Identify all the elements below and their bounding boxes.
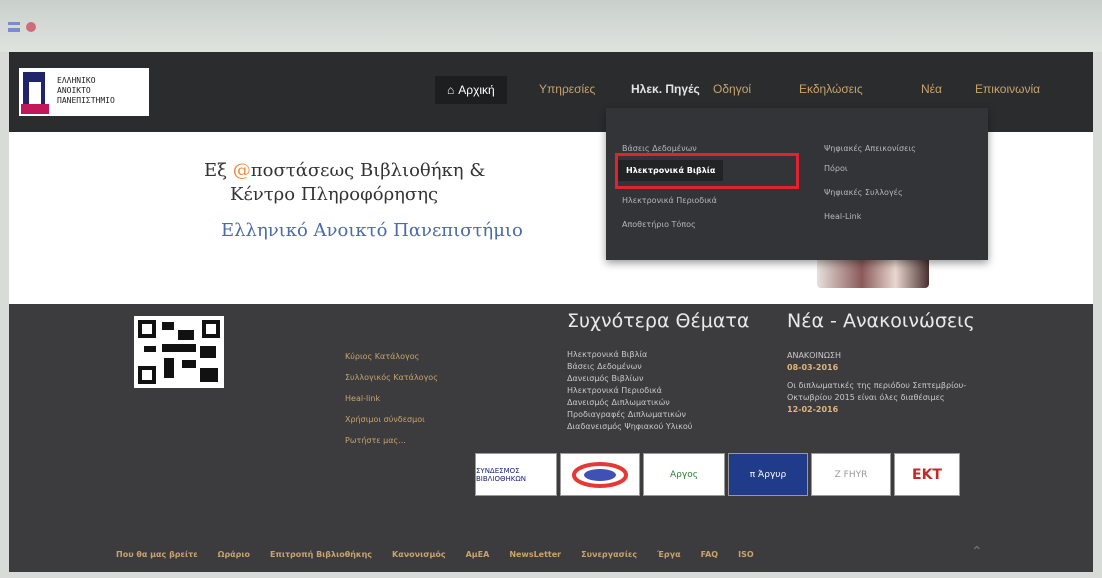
footer-link[interactable]: Heal-link xyxy=(345,394,438,403)
partner-logo[interactable]: ΣΥΝΔΕΣΜΟΣ ΒΙΒΛΙΟΘΗΚΩΝ xyxy=(475,453,557,496)
partner-logo[interactable]: π Άργυρ xyxy=(728,453,808,496)
logo-line2: ΑΝΟΙΚΤΟ xyxy=(57,86,91,95)
footer-links: Κύριος Κατάλογος Συλλογικός Κατάλογος He… xyxy=(345,352,438,445)
popular-link[interactable]: Βάσεις Δεδομένων xyxy=(567,362,692,371)
partner-logo[interactable]: Αργος xyxy=(643,453,725,496)
news-label[interactable]: ΑΝΑΚΟΙΝΩΣΗ xyxy=(787,350,987,362)
nav-news[interactable]: Νέα xyxy=(921,82,942,96)
footer: Κύριος Κατάλογος Συλλογικός Κατάλογος He… xyxy=(9,304,1093,572)
footer-link[interactable]: Συλλογικός Κατάλογος xyxy=(345,373,438,382)
news-text[interactable]: Οι διπλωματικές της περιόδου Σεπτεμβρίου… xyxy=(787,380,987,404)
logo-line1: ΕΛΛΗΝΙΚΟ xyxy=(57,76,96,85)
hero-title: Εξ @ποστάσεως Βιβλιοθήκη & xyxy=(204,160,486,181)
bottom-link[interactable]: Κανονισμός xyxy=(392,550,446,559)
partner-logo[interactable]: Z FHYR xyxy=(811,453,891,496)
popular-title: Συχνότερα Θέματα xyxy=(567,310,750,332)
news-title: Νέα - Ανακοινώσεις xyxy=(787,310,975,332)
popular-link[interactable]: Ηλεκτρονικά Περιοδικά xyxy=(567,386,692,395)
popular-link[interactable]: Δανεισμός Διπλωματικών xyxy=(567,398,692,407)
popular-link[interactable]: Διαδανεισμός Ψηφιακού Υλικού xyxy=(567,422,692,431)
news-date: 12-02-2016 xyxy=(787,405,839,414)
bottom-link[interactable]: Επιτροπή Βιβλιοθήκης xyxy=(270,550,372,559)
nav-events[interactable]: Εκδηλώσεις xyxy=(799,82,863,96)
qr-code xyxy=(134,316,224,388)
footer-link[interactable]: Χρήσιμοι σύνδεσμοι xyxy=(345,415,438,424)
nav-e-sources[interactable]: Ηλεκ. Πηγές xyxy=(631,82,700,96)
home-icon: ⌂ xyxy=(447,83,455,97)
popular-link[interactable]: Προδιαγραφές Διπλωματικών xyxy=(567,410,692,419)
bottom-nav: Που θα μας βρείτε Ωράριο Επιτροπή Βιβλιο… xyxy=(116,550,754,559)
logo[interactable]: ΕΛΛΗΝΙΚΟ ΑΝΟΙΚΤΟ ΠΑΝΕΠΙΣΤΗΜΙΟ xyxy=(19,68,149,116)
bottom-link[interactable]: Που θα μας βρείτε xyxy=(116,550,198,559)
partner-logo[interactable] xyxy=(560,453,640,496)
partner-logos: ΣΥΝΔΕΣΜΟΣ ΒΙΒΛΙΟΘΗΚΩΝ Αργος π Άργυρ Z FH… xyxy=(475,453,960,496)
dropdown-item-repository[interactable]: Αποθετήριο Τόπος xyxy=(622,220,696,229)
nav-services[interactable]: Υπηρεσίες xyxy=(539,82,595,96)
news-list: ΑΝΑΚΟΙΝΩΣΗ 08-03-2016 Οι διπλωματικές τη… xyxy=(787,350,987,416)
partner-logo[interactable]: EKT xyxy=(894,453,960,496)
bottom-link[interactable]: Έργα xyxy=(657,550,680,559)
browser-top-band xyxy=(0,0,1102,52)
dropdown-item-databases[interactable]: Βάσεις Δεδομένων xyxy=(622,144,697,153)
bottom-link[interactable]: ISO xyxy=(738,550,754,559)
scroll-up-icon[interactable]: ⌃ xyxy=(971,544,987,560)
hero-title-line2: Κέντρο Πληροφόρησης xyxy=(230,184,439,205)
news-date: 08-03-2016 xyxy=(787,363,839,372)
footer-link[interactable]: Κύριος Κατάλογος xyxy=(345,352,438,361)
dropdown-item-resources[interactable]: Πόροι xyxy=(824,164,848,173)
bottom-link[interactable]: ΑμΕΑ xyxy=(466,550,490,559)
dropdown-item-collections[interactable]: Ψηφιακές Συλλογές xyxy=(824,188,903,197)
dropdown-item-ejournals[interactable]: Ηλεκτρονικά Περιοδικά xyxy=(622,196,717,205)
footer-link[interactable]: Ρωτήστε μας... xyxy=(345,436,438,445)
logo-line3: ΠΑΝΕΠΙΣΤΗΜΙΟ xyxy=(57,96,115,105)
dropdown-item-heal-link[interactable]: Heal-Link xyxy=(824,212,861,221)
popular-link[interactable]: Δανεισμός Βιβλίων xyxy=(567,374,692,383)
bottom-link[interactable]: Συνεργασίες xyxy=(581,550,637,559)
nav-guides[interactable]: Οδηγοί xyxy=(713,82,751,96)
dropdown-item-digital[interactable]: Ψηφιακές Απεικονίσεις xyxy=(824,144,916,153)
menu-icon[interactable] xyxy=(8,22,20,32)
bottom-link[interactable]: FAQ xyxy=(701,550,719,559)
bottom-link[interactable]: NewsLetter xyxy=(509,550,561,559)
hero-subtitle: Ελληνικό Ανοικτό Πανεπιστήμιο xyxy=(221,220,523,241)
nav-contact[interactable]: Επικοινωνία xyxy=(975,82,1040,96)
popular-link[interactable]: Ηλεκτρονικά Βιβλία xyxy=(567,350,692,359)
popular-links: Ηλεκτρονικά Βιβλία Βάσεις Δεδομένων Δανε… xyxy=(567,350,692,431)
flag-icon[interactable] xyxy=(26,22,36,32)
highlight-box xyxy=(615,153,799,189)
bottom-link[interactable]: Ωράριο xyxy=(218,550,250,559)
nav-home[interactable]: ⌂ Αρχική xyxy=(435,76,507,104)
